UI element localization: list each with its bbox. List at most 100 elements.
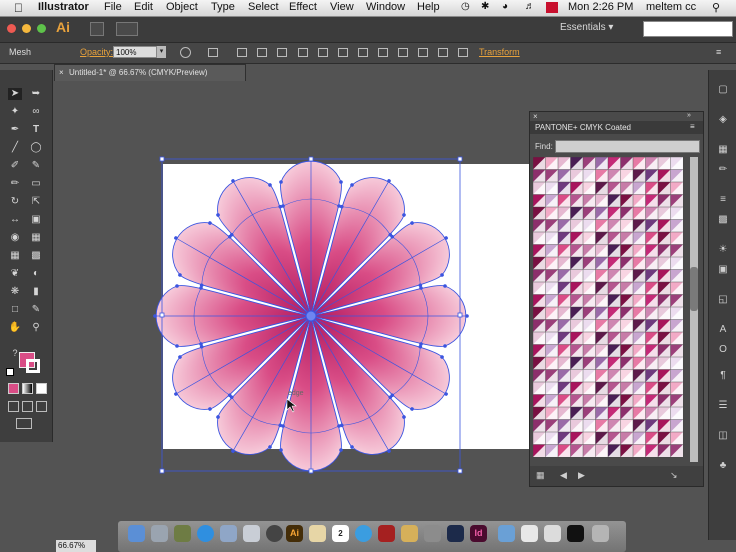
scale-tool-icon[interactable]: ⇱ — [29, 196, 43, 208]
minimize-window-button[interactable] — [22, 24, 31, 33]
documents-stack-icon[interactable] — [521, 525, 538, 542]
find-input[interactable] — [555, 140, 700, 153]
shape-builder-tool-icon[interactable]: ◉ — [8, 232, 22, 244]
distribute-bottom-icon[interactable] — [398, 48, 408, 57]
terminal-icon[interactable] — [567, 525, 584, 542]
slice-tool-icon[interactable]: ✎ — [29, 304, 43, 316]
align-left-icon[interactable] — [237, 48, 247, 57]
menu-select[interactable]: Select — [248, 1, 279, 13]
safari-icon[interactable] — [197, 525, 214, 542]
hand-tool-icon[interactable]: ✋ — [8, 322, 22, 334]
align-bottom-icon[interactable] — [338, 48, 348, 57]
clock[interactable]: Mon 2:26 PM — [568, 1, 633, 13]
panel-scrollbar[interactable] — [690, 157, 698, 462]
contacts-icon[interactable] — [243, 525, 260, 542]
user-menu[interactable]: meltem cc — [646, 1, 696, 13]
paragraph-icon[interactable]: ¶ — [717, 370, 729, 382]
menu-object[interactable]: Object — [166, 1, 198, 13]
mesh-tool-icon[interactable]: ▦ — [8, 250, 22, 262]
appearance-icon[interactable]: ☀ — [717, 244, 729, 256]
zoom-window-button[interactable] — [37, 24, 46, 33]
zoom-tool-icon[interactable]: ⚲ — [29, 322, 43, 334]
bounding-box-handle[interactable] — [457, 468, 463, 474]
menu-type[interactable]: Type — [211, 1, 235, 13]
mission-control-icon[interactable] — [174, 525, 191, 542]
facetime-icon[interactable] — [266, 525, 283, 542]
ellipse-tool-icon[interactable]: ◯ — [29, 142, 43, 154]
library-menu-icon[interactable]: ▦ — [536, 470, 545, 481]
stroke-swatch[interactable] — [26, 359, 40, 373]
downloads-stack-icon[interactable] — [544, 525, 561, 542]
distribute-right-icon[interactable] — [458, 48, 468, 57]
previous-library-icon[interactable]: ◀ — [560, 470, 567, 481]
align-center-icon[interactable] — [257, 48, 267, 57]
align-top-icon[interactable] — [298, 48, 308, 57]
line-tool-icon[interactable]: ╱ — [8, 142, 22, 154]
pencil-tool-icon[interactable]: ✎ — [29, 160, 43, 172]
eraser-tool-icon[interactable]: ▭ — [29, 178, 43, 190]
close-tab-icon[interactable]: × — [59, 68, 64, 77]
opacity-link[interactable]: Opacity: — [80, 47, 113, 57]
symbols-icon[interactable]: ♣ — [717, 460, 729, 472]
character-icon[interactable]: A — [717, 324, 729, 336]
photo-booth-icon[interactable] — [378, 525, 395, 542]
transparency-icon[interactable]: ◫ — [717, 430, 729, 442]
itunes-icon[interactable] — [355, 525, 372, 542]
brushes-icon[interactable]: ✏ — [717, 164, 729, 176]
screen-mode-icon[interactable] — [16, 418, 32, 429]
spotlight-icon[interactable]: ⚲ — [712, 1, 720, 14]
illustrator-icon[interactable]: Ai — [286, 525, 303, 542]
none-mode-icon[interactable] — [36, 383, 47, 394]
menu-file[interactable]: File — [104, 1, 122, 13]
artboard-tool-icon[interactable]: □ — [8, 304, 22, 316]
distribute-center-icon[interactable] — [438, 48, 448, 57]
transform-link[interactable]: Transform — [479, 47, 520, 57]
layers-icon[interactable]: ☰ — [717, 400, 729, 412]
bounding-box-handle[interactable] — [457, 312, 463, 318]
graphic-styles-icon[interactable]: ▣ — [717, 264, 729, 276]
pen-tool-icon[interactable]: ✒ — [8, 124, 22, 136]
bounding-box-handle[interactable] — [159, 312, 165, 318]
bounding-box-handle[interactable] — [457, 156, 463, 162]
finder-icon[interactable] — [128, 525, 145, 542]
workspace-switcher[interactable]: Essentials ▾ — [560, 22, 613, 33]
photoshop-icon[interactable] — [447, 525, 464, 542]
bounding-box-handle[interactable] — [159, 468, 165, 474]
recolor-artwork-icon[interactable] — [180, 47, 191, 58]
draw-normal-icon[interactable] — [8, 401, 19, 412]
eyedropper-tool-icon[interactable]: ❦ — [8, 268, 22, 280]
distribute-left-icon[interactable] — [418, 48, 428, 57]
bounding-box-handle[interactable] — [159, 156, 165, 162]
default-colors-icon[interactable] — [6, 368, 14, 376]
align-right-icon[interactable] — [277, 48, 287, 57]
search-input[interactable] — [643, 21, 733, 37]
gradient-tool-icon[interactable]: ▩ — [29, 250, 43, 262]
selection-tool-icon[interactable]: ➤ — [8, 88, 22, 100]
gradient-icon[interactable]: ▩ — [717, 214, 729, 226]
swatch-grid[interactable] — [533, 157, 689, 463]
rotate-tool-icon[interactable]: ↻ — [8, 196, 22, 208]
app-menu[interactable]: Illustrator — [38, 1, 89, 13]
system-preferences-icon[interactable] — [424, 525, 441, 542]
menu-edit[interactable]: Edit — [134, 1, 153, 13]
mesh-center-point[interactable] — [305, 310, 317, 322]
paintbrush-tool-icon[interactable]: ✐ — [8, 160, 22, 172]
trash-icon[interactable] — [592, 525, 609, 542]
distribute-middle-icon[interactable] — [378, 48, 388, 57]
stroke-icon[interactable]: ≡ — [717, 194, 729, 206]
width-tool-icon[interactable]: ↔ — [8, 214, 22, 226]
bluetooth-icon[interactable]: ✱ — [481, 1, 489, 12]
direct-selection-tool-icon[interactable]: ➥ — [29, 88, 43, 100]
volume-icon[interactable]: ♬ — [525, 1, 535, 12]
collapse-panel-icon[interactable]: » — [687, 112, 691, 119]
color-guide-icon[interactable]: ◈ — [717, 114, 729, 126]
flag-icon[interactable] — [546, 2, 558, 13]
draw-behind-icon[interactable] — [22, 401, 33, 412]
document-info-icon[interactable]: ▢ — [717, 84, 729, 96]
next-library-icon[interactable]: ▶ — [578, 470, 585, 481]
apple-icon[interactable]:  — [14, 1, 23, 15]
zoom-level-field[interactable]: 66.67% — [56, 540, 96, 552]
align-middle-icon[interactable] — [318, 48, 328, 57]
bounding-box-handle[interactable] — [308, 156, 314, 162]
chevron-down-icon[interactable]: ▾ — [157, 46, 166, 58]
